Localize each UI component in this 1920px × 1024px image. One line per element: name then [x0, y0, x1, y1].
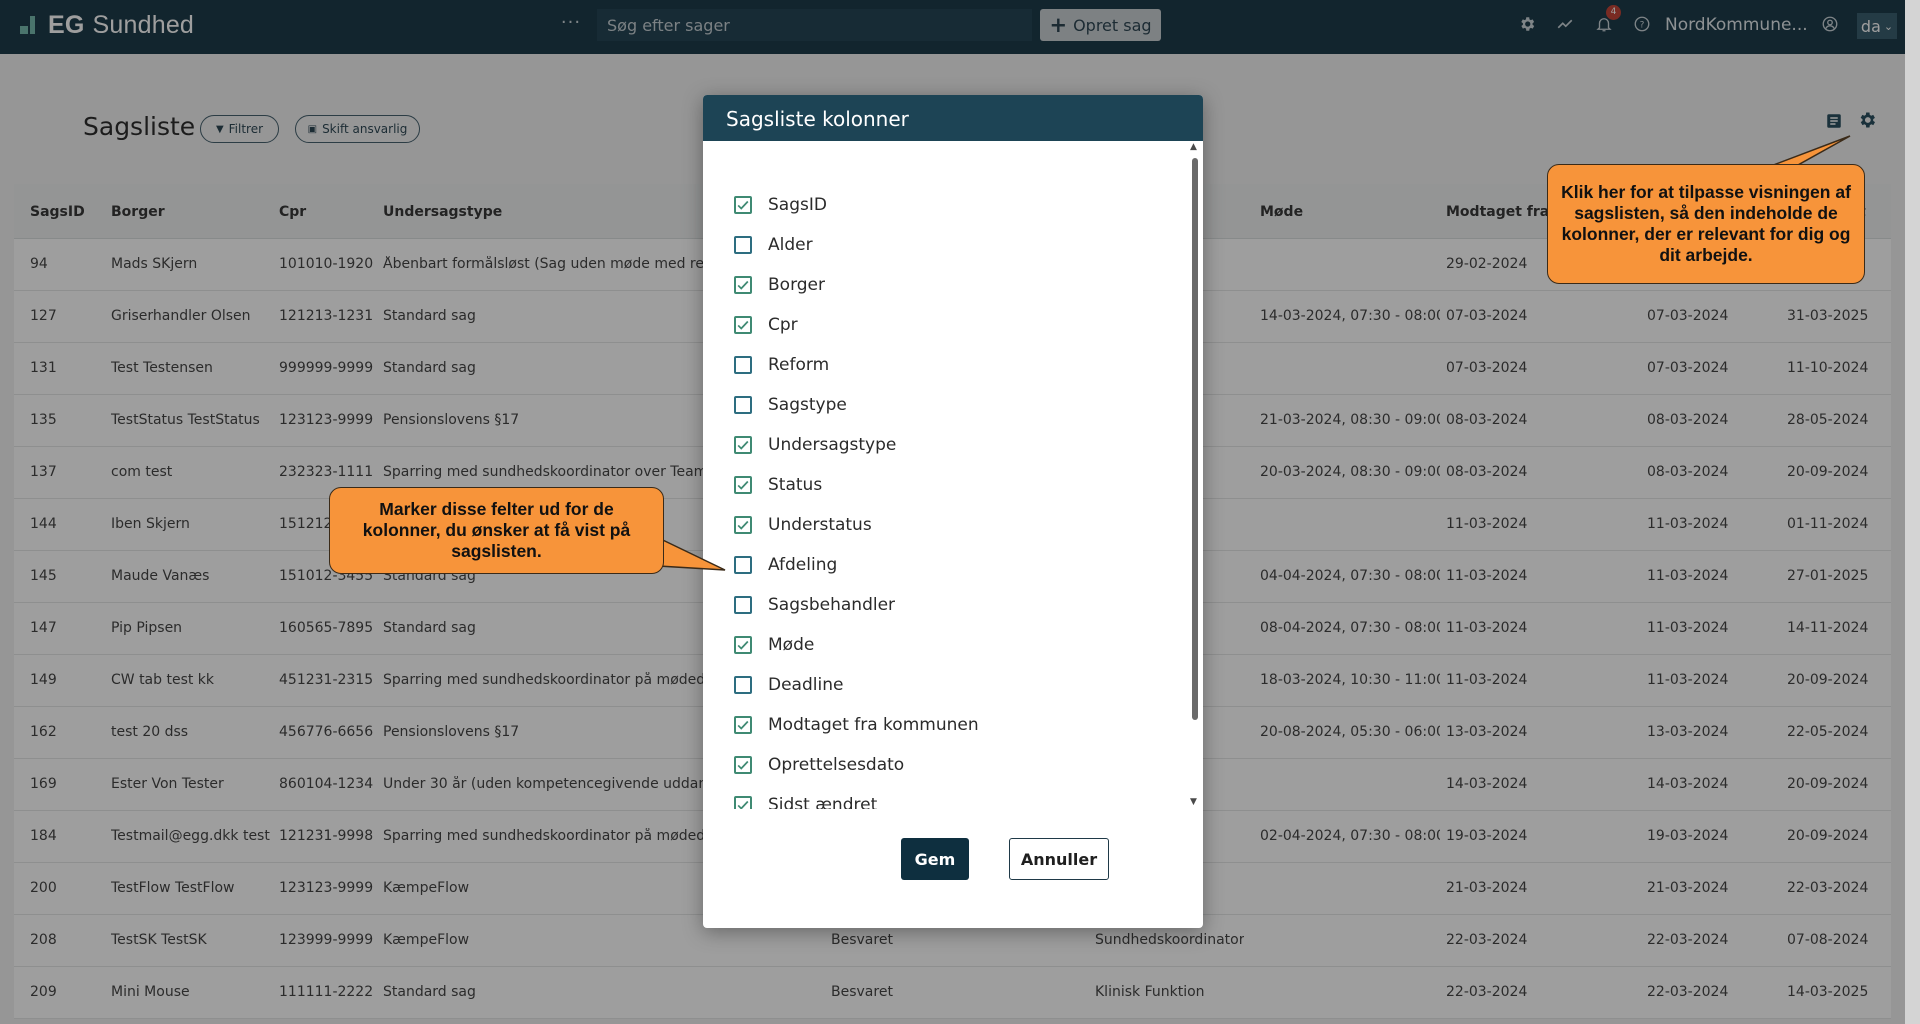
column-option-label: Oprettelsesdato: [768, 755, 905, 775]
checkbox-unchecked[interactable]: [734, 556, 752, 574]
checkbox-checked[interactable]: [734, 316, 752, 334]
checkbox-checked[interactable]: [734, 476, 752, 494]
checkbox-checked[interactable]: [734, 636, 752, 654]
checkmark-icon: [737, 720, 749, 730]
column-option-label: Cpr: [768, 315, 798, 335]
column-list: SagsID Alder Borger Cpr Reform Sagstype Unders…: [703, 141, 1203, 809]
cancel-button[interactable]: Annuller: [1009, 838, 1109, 880]
checkbox-checked[interactable]: [734, 796, 752, 809]
checkbox-unchecked[interactable]: [734, 676, 752, 694]
column-option-label: Reform: [768, 355, 830, 375]
column-option[interactable]: Undersagstype: [734, 433, 896, 457]
column-option[interactable]: Sagsbehandler: [734, 593, 895, 617]
column-option-label: Møde: [768, 635, 815, 655]
column-option-label: Sidst ændret: [768, 795, 878, 809]
column-option[interactable]: Sagstype: [734, 393, 847, 417]
checkmark-icon: [737, 440, 749, 450]
checkbox-unchecked[interactable]: [734, 236, 752, 254]
checkmark-icon: [737, 760, 749, 770]
checkbox-checked[interactable]: [734, 756, 752, 774]
checkmark-icon: [737, 480, 749, 490]
save-button[interactable]: Gem: [901, 838, 969, 880]
column-option-label: SagsID: [768, 195, 827, 215]
dialog-scrollbar-thumb[interactable]: [1192, 158, 1198, 720]
column-option[interactable]: Alder: [734, 233, 813, 257]
column-option-label: Alder: [768, 235, 813, 255]
checkbox-unchecked[interactable]: [734, 596, 752, 614]
column-option[interactable]: Afdeling: [734, 553, 837, 577]
column-option-label: Afdeling: [768, 555, 838, 575]
checkbox-hint-callout: Marker disse felter ud for de kolonner, …: [329, 487, 664, 574]
column-option-label: Borger: [768, 275, 825, 295]
checkmark-icon: [737, 280, 749, 290]
columns-dialog: Sagsliste kolonner SagsID Alder Borger Cpr R…: [703, 95, 1203, 928]
column-option-label: Modtaget fra kommunen: [768, 715, 979, 735]
column-option[interactable]: Sidst ændret: [734, 793, 877, 809]
checkbox-checked[interactable]: [734, 436, 752, 454]
column-option-label: Understatus: [768, 515, 872, 535]
column-option[interactable]: Reform: [734, 353, 829, 377]
dialog-title: Sagsliste kolonner: [703, 95, 1203, 141]
column-option[interactable]: Cpr: [734, 313, 798, 337]
column-option[interactable]: Modtaget fra kommunen: [734, 713, 979, 737]
column-option[interactable]: SagsID: [734, 193, 827, 217]
checkbox-checked[interactable]: [734, 276, 752, 294]
column-option-label: Status: [768, 475, 823, 495]
scroll-up-arrow-icon[interactable]: ▲: [1190, 142, 1197, 152]
column-option[interactable]: Borger: [734, 273, 825, 297]
scroll-down-arrow-icon[interactable]: ▼: [1190, 797, 1197, 807]
column-option[interactable]: Understatus: [734, 513, 872, 537]
checkbox-checked[interactable]: [734, 196, 752, 214]
checkmark-icon: [737, 320, 749, 330]
column-option-label: Sagsbehandler: [768, 595, 896, 615]
column-option-label: Undersagstype: [768, 435, 897, 455]
page-scrollbar[interactable]: [1905, 0, 1920, 1024]
checkmark-icon: [737, 200, 749, 210]
column-option-label: Deadline: [768, 675, 844, 695]
column-option[interactable]: Deadline: [734, 673, 843, 697]
checkmark-icon: [737, 520, 749, 530]
column-option[interactable]: Oprettelsesdato: [734, 753, 904, 777]
checkmark-icon: [737, 800, 749, 809]
checkbox-checked[interactable]: [734, 516, 752, 534]
column-option-label: Sagstype: [768, 395, 847, 415]
checkbox-unchecked[interactable]: [734, 396, 752, 414]
column-option[interactable]: Møde: [734, 633, 814, 657]
settings-hint-callout: Klik her for at tilpasse visningen af sa…: [1547, 164, 1865, 284]
column-option[interactable]: Status: [734, 473, 822, 497]
checkmark-icon: [737, 640, 749, 650]
checkbox-checked[interactable]: [734, 716, 752, 734]
checkbox-unchecked[interactable]: [734, 356, 752, 374]
